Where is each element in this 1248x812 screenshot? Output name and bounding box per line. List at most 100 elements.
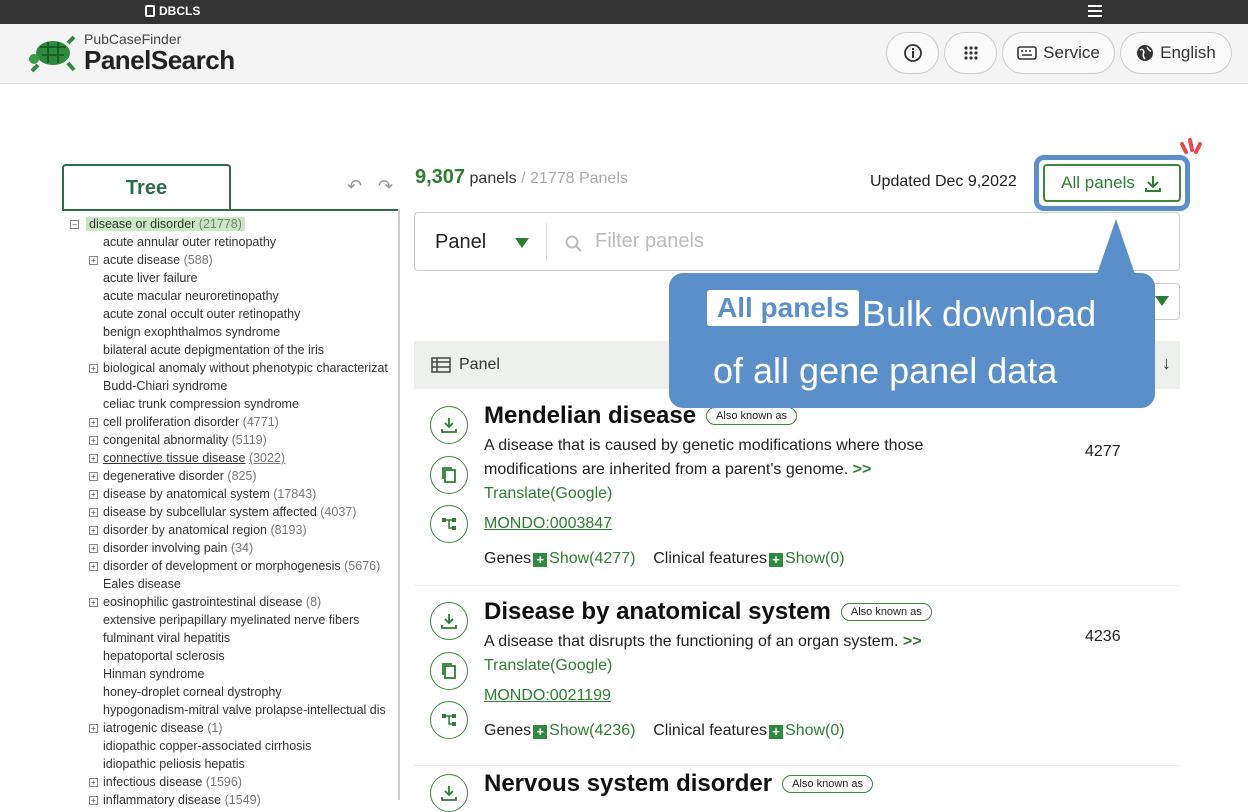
tree-item[interactable]: + inflammatory disease (1549)	[70, 791, 398, 809]
copy-panel-button[interactable]	[430, 456, 468, 494]
tree-item[interactable]: extensive peripapillary myelinated nerve…	[70, 611, 398, 629]
panel-description: A disease that disrupts the functioning …	[484, 633, 922, 674]
tree-item[interactable]: idiopathic peliosis hepatis	[70, 755, 398, 773]
more-link[interactable]: >>	[853, 461, 872, 478]
service-button[interactable]: Service	[1002, 32, 1115, 74]
clinical-show-button[interactable]: Show(0)	[785, 722, 845, 739]
tree-item[interactable]: + iatrogenic disease (1)	[70, 719, 398, 737]
tree-item[interactable]: acute zonal occult outer retinopathy	[70, 305, 398, 323]
copy-panel-button[interactable]	[430, 652, 468, 690]
tree-item[interactable]: acute annular outer retinopathy	[70, 233, 398, 251]
expand-icon[interactable]: +	[89, 778, 98, 787]
tree-item[interactable]: + disease by subcellular system affected …	[70, 503, 398, 521]
expand-icon[interactable]: +	[89, 562, 98, 571]
tree-item[interactable]: hepatoportal sclerosis	[70, 647, 398, 665]
genes-show-button[interactable]: Show(4277)	[549, 550, 635, 567]
tree-item[interactable]: + disorder by anatomical region (8193)	[70, 521, 398, 539]
tree-item[interactable]: celiac trunk compression syndrome	[70, 395, 398, 413]
expand-icon[interactable]: +	[89, 364, 98, 373]
mondo-link[interactable]: MONDO:0003847	[484, 515, 612, 533]
expand-icon[interactable]: +	[89, 418, 98, 427]
expand-icon[interactable]: +	[89, 598, 98, 607]
download-panel-button[interactable]	[430, 602, 468, 640]
tree-item[interactable]: Eales disease	[70, 575, 398, 593]
globe-icon	[1137, 45, 1154, 61]
tree-item[interactable]: acute liver failure	[70, 269, 398, 287]
filter-input[interactable]: Filter panels	[595, 230, 704, 253]
expand-icon[interactable]: +	[89, 796, 98, 805]
redo-icon[interactable]: ↷	[378, 176, 393, 197]
undo-icon[interactable]: ↶	[347, 176, 362, 197]
genes-show-button[interactable]: Show(4236)	[549, 722, 635, 739]
mondo-link[interactable]: MONDO:0021199	[484, 687, 611, 705]
expand-icon[interactable]: +	[89, 526, 98, 535]
expand-icon[interactable]: +	[89, 436, 98, 445]
tree-panel-button[interactable]	[430, 505, 468, 543]
expand-icon[interactable]: +	[89, 544, 98, 553]
download-panel-button[interactable]	[430, 406, 468, 444]
tree-item[interactable]: + acute disease (588)	[70, 251, 398, 269]
tree-panel-button[interactable]	[430, 701, 468, 739]
apps-button[interactable]	[944, 32, 997, 74]
info-button[interactable]	[886, 32, 939, 74]
tree-item-label: infectious disease	[103, 775, 203, 789]
download-icon	[441, 786, 457, 801]
aka-badge[interactable]: Also known as	[706, 407, 798, 425]
tree-item[interactable]: acute macular neuroretinopathy	[70, 287, 398, 305]
more-link[interactable]: >>	[903, 633, 922, 650]
tree-item[interactable]: idiopathic copper-associated cirrhosis	[70, 737, 398, 755]
copy-icon	[442, 467, 456, 483]
expand-icon[interactable]: +	[89, 490, 98, 499]
tree-item[interactable]: + disorder involving pain (34)	[70, 539, 398, 557]
tree-item[interactable]: honey-droplet corneal dystrophy	[70, 683, 398, 701]
expand-icon[interactable]: +	[89, 256, 98, 265]
tree-item-label: disease by anatomical system	[103, 487, 270, 501]
tree-item[interactable]: + connective tissue disease (3022)	[70, 449, 398, 467]
translate-link[interactable]: Translate(Google)	[484, 657, 612, 674]
plus-icon: +	[533, 553, 548, 567]
tree-item[interactable]: benign exophthalmos syndrome	[70, 323, 398, 341]
tree-item[interactable]: + disease by anatomical system (17843)	[70, 485, 398, 503]
tree-item-label: inflammatory disease	[103, 793, 222, 807]
expand-icon[interactable]: +	[89, 472, 98, 481]
tree-item-label: eosinophilic gastrointestinal disease	[103, 595, 303, 609]
filter-select[interactable]: Panel	[435, 231, 486, 254]
clinical-show-button[interactable]: Show(0)	[785, 550, 845, 567]
brand-title: PanelSearch	[84, 45, 235, 75]
expand-icon[interactable]: +	[89, 508, 98, 517]
language-button[interactable]: English	[1120, 32, 1232, 74]
sort-arrow-icon[interactable]: ↓	[1162, 353, 1171, 374]
tab-tree[interactable]: Tree	[62, 164, 231, 211]
tree-item[interactable]: bilateral acute depigmentation of the ir…	[70, 341, 398, 359]
tree-item[interactable]: hypogonadism-mitral valve prolapse-intel…	[70, 701, 398, 719]
dbcls-icon	[145, 5, 155, 17]
panel-title[interactable]: Disease by anatomical system Also known a…	[484, 598, 932, 626]
aka-badge[interactable]: Also known as	[840, 603, 932, 621]
menu-icon[interactable]	[1088, 5, 1102, 19]
tree-item[interactable]: + degenerative disorder (825)	[70, 467, 398, 485]
tree-item-count: (1549)	[224, 793, 261, 807]
brand-logo[interactable]: PubCaseFinder PanelSearch	[28, 32, 235, 74]
tree-root[interactable]: − disease or disorder (21778)	[70, 215, 398, 233]
translate-link[interactable]: Translate(Google)	[484, 485, 612, 502]
expand-icon[interactable]: +	[89, 454, 98, 463]
column-panel[interactable]: Panel	[459, 356, 500, 374]
all-panels-button[interactable]: All panels	[1043, 164, 1181, 202]
tree-item[interactable]: Hinman syndrome	[70, 665, 398, 683]
tree-item[interactable]: + cell proliferation disorder (4771)	[70, 413, 398, 431]
tree-item[interactable]: Budd-Chiari syndrome	[70, 377, 398, 395]
tree-item-label: extensive peripapillary myelinated nerve…	[103, 613, 360, 627]
tree-item[interactable]: + biological anomaly without phenotypic c…	[70, 359, 398, 377]
download-panel-button[interactable]	[430, 774, 468, 812]
tree-item[interactable]: + infectious disease (1596)	[70, 773, 398, 791]
tree-item[interactable]: + disorder of development or morphogenesi…	[70, 557, 398, 575]
panel-title[interactable]: Nervous system disorder Also known as	[484, 770, 874, 798]
dbcls-logo[interactable]: DBCLS	[145, 4, 200, 18]
tree-item[interactable]: fulminant viral hepatitis	[70, 629, 398, 647]
tree-item[interactable]: + eosinophilic gastrointestinal disease (…	[70, 593, 398, 611]
dropdown-icon[interactable]	[515, 238, 529, 248]
collapse-icon[interactable]: −	[70, 220, 79, 229]
aka-badge[interactable]: Also known as	[782, 775, 874, 793]
expand-icon[interactable]: +	[89, 724, 98, 733]
tree-item[interactable]: + congenital abnormality (5119)	[70, 431, 398, 449]
